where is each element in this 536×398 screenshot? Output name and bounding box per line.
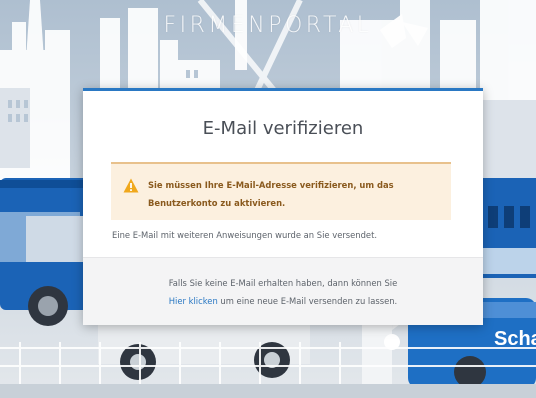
login-page: FIRMENPORTAL Scha E-Mail verifizieren Si… [0,0,536,398]
verify-email-dialog: E-Mail verifizieren Sie müssen Ihre E-Ma… [83,88,483,325]
portal-title: FIRMENPORTAL [163,13,373,38]
resend-email-link[interactable]: Hier klicken [169,296,218,306]
info-message: Eine E-Mail mit weiteren Anweisungen wur… [112,230,378,240]
alert-message: Sie müssen Ihre E-Mail-Adresse verifizie… [148,180,394,208]
warning-alert: Sie müssen Ihre E-Mail-Adresse verifizie… [111,162,451,220]
resend-hint: Falls Sie keine E-Mail erhalten haben, d… [168,278,398,288]
dialog-footer: Falls Sie keine E-Mail erhalten haben, d… [83,257,483,325]
dialog-title: E-Mail verifizieren [202,118,364,139]
warning-triangle-icon [123,178,139,193]
bus-sign: Scha [494,328,536,350]
resend-line-rest: um eine neue E-Mail versenden zu lassen. [217,296,398,306]
resend-line: Hier klicken um eine neue E-Mail versend… [83,296,483,306]
